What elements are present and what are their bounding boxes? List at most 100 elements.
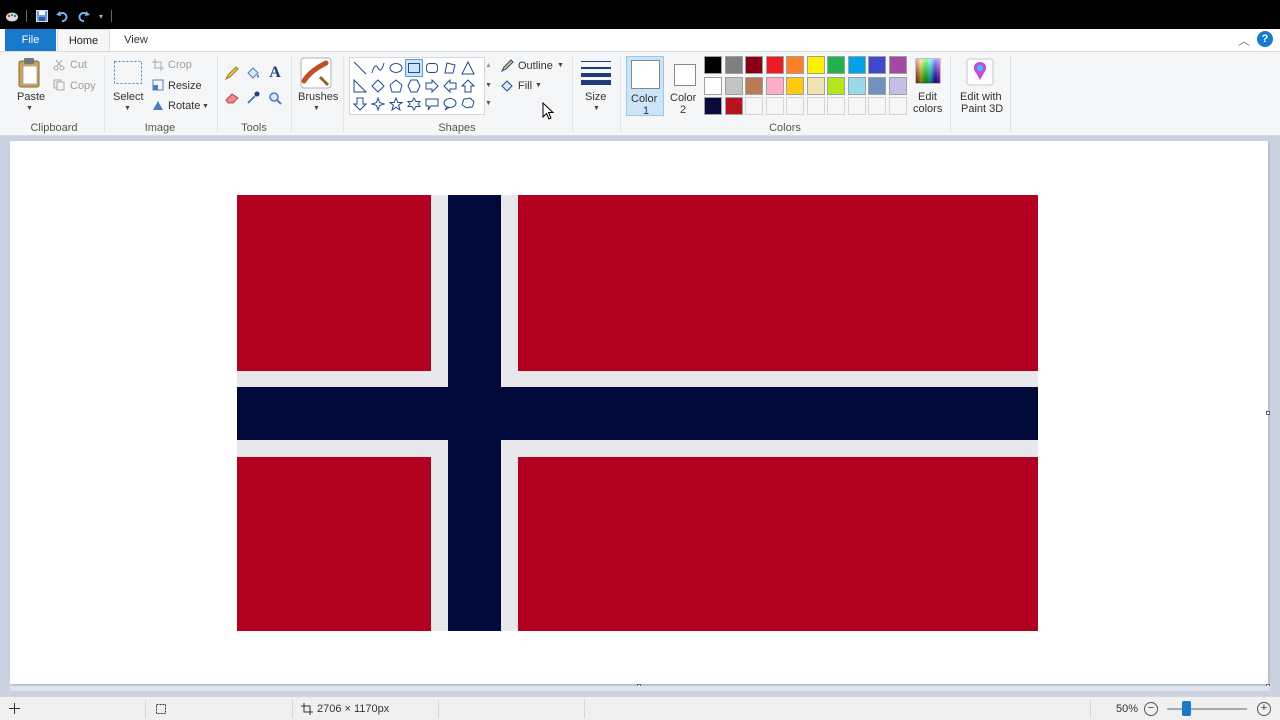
shapes-expand-icon[interactable]: ▼ [485, 100, 492, 107]
palette-swatch[interactable] [745, 76, 763, 95]
palette-swatch[interactable] [888, 76, 907, 95]
tab-view[interactable]: View [114, 29, 158, 51]
drawing-canvas[interactable] [10, 141, 1268, 684]
shape-line-icon[interactable] [351, 59, 369, 77]
shapes-scroll-down-icon[interactable]: ▼ [485, 82, 492, 89]
palette-swatch[interactable] [827, 76, 845, 95]
shape-rect-callout-icon[interactable] [423, 95, 441, 113]
select-button[interactable]: Select [113, 91, 144, 103]
zoom-slider-track[interactable] [1167, 708, 1247, 710]
paste-dropdown-icon[interactable]: ▼ [26, 105, 33, 112]
paint-3d-label-line1[interactable]: Edit with [960, 91, 1002, 103]
palette-swatch[interactable] [786, 56, 804, 74]
shape-rectangle-icon[interactable] [405, 59, 423, 77]
palette-swatch[interactable] [704, 97, 722, 115]
edit-colors-label-line2[interactable]: colors [913, 103, 942, 115]
rotate-dropdown-icon[interactable]: ▼ [202, 103, 209, 110]
collapse-ribbon-icon[interactable]: ︿ [1238, 32, 1250, 49]
help-icon[interactable]: ? [1257, 31, 1273, 47]
palette-swatch[interactable] [868, 76, 886, 95]
size-button[interactable]: Size [585, 91, 606, 103]
palette-swatch[interactable] [765, 76, 784, 95]
palette-swatch[interactable] [786, 76, 804, 95]
shape-polygon-icon[interactable] [441, 59, 459, 77]
resize-button[interactable]: Resize [168, 80, 202, 92]
brushes-button[interactable]: Brushes [298, 91, 338, 103]
palette-swatch-empty[interactable] [765, 97, 784, 115]
paint-3d-icon[interactable] [966, 58, 994, 86]
shape-up-arrow-icon[interactable] [459, 77, 477, 95]
shape-triangle-icon[interactable] [459, 59, 477, 77]
palette-swatch[interactable] [765, 56, 784, 74]
tab-file[interactable]: File [5, 29, 56, 51]
pencil-icon[interactable] [224, 65, 240, 81]
palette-swatch[interactable] [704, 56, 722, 74]
palette-swatch-empty[interactable] [745, 97, 763, 115]
cut-button[interactable]: Cut [70, 59, 87, 71]
shape-down-arrow-icon[interactable] [351, 95, 369, 113]
shape-rounded-rectangle-icon[interactable] [423, 59, 441, 77]
horizontal-scrollbar[interactable] [10, 686, 1270, 691]
paint-3d-label-line2[interactable]: Paint 3D [961, 103, 1003, 115]
palette-swatch-empty[interactable] [827, 97, 845, 115]
shape-oval-callout-icon[interactable] [441, 95, 459, 113]
palette-swatch[interactable] [868, 56, 886, 74]
shape-cloud-callout-icon[interactable] [459, 95, 477, 113]
select-dropdown-icon[interactable]: ▼ [124, 105, 131, 112]
rotate-button[interactable]: Rotate [168, 100, 200, 112]
palette-swatch[interactable] [806, 76, 825, 95]
shape-four-point-star-icon[interactable] [369, 95, 387, 113]
zoom-out-button[interactable]: − [1144, 702, 1158, 716]
palette-swatch-empty[interactable] [868, 97, 886, 115]
select-icon[interactable] [113, 60, 143, 86]
brushes-dropdown-icon[interactable]: ▼ [313, 105, 320, 112]
shape-hexagon-icon[interactable] [405, 77, 423, 95]
palette-swatch[interactable] [704, 76, 722, 95]
palette-swatch[interactable] [724, 56, 743, 74]
edit-colors-icon[interactable] [915, 58, 941, 84]
edit-colors-label-line1[interactable]: Edit [918, 91, 937, 103]
outline-button[interactable]: Outline [518, 60, 553, 72]
save-icon[interactable] [35, 9, 49, 23]
canvas-resize-handle-right[interactable] [1266, 411, 1270, 415]
zoom-in-button[interactable]: + [1257, 702, 1271, 716]
crop-button[interactable]: Crop [168, 59, 192, 71]
zoom-slider-thumb[interactable] [1182, 701, 1191, 716]
fill-dropdown-icon[interactable]: ▼ [535, 82, 542, 89]
text-tool-icon[interactable]: A [267, 64, 283, 82]
palette-swatch-empty[interactable] [806, 97, 825, 115]
palette-swatch[interactable] [847, 56, 866, 74]
palette-swatch-empty[interactable] [786, 97, 804, 115]
shape-six-point-star-icon[interactable] [405, 95, 423, 113]
paste-button[interactable]: Paste [17, 91, 45, 103]
paste-icon[interactable] [17, 57, 43, 89]
brushes-icon[interactable] [300, 57, 332, 89]
outline-dropdown-icon[interactable]: ▼ [557, 62, 564, 69]
palette-swatch[interactable] [724, 97, 743, 115]
color-picker-icon[interactable] [245, 90, 261, 106]
shape-curve-icon[interactable] [369, 59, 387, 77]
palette-swatch[interactable] [724, 76, 743, 95]
shapes-scroll-up-icon[interactable]: ▲ [485, 62, 492, 69]
fill-bucket-icon[interactable] [245, 65, 261, 81]
shape-diamond-icon[interactable] [369, 77, 387, 95]
palette-swatch[interactable] [827, 56, 845, 74]
eraser-icon[interactable] [224, 90, 240, 106]
undo-icon[interactable] [55, 9, 69, 23]
customize-toolbar-icon[interactable]: ▾ [96, 9, 106, 23]
palette-swatch[interactable] [888, 56, 907, 74]
size-dropdown-icon[interactable]: ▼ [593, 105, 600, 112]
magnifier-icon[interactable] [267, 90, 283, 106]
redo-icon[interactable] [76, 9, 90, 23]
shape-five-point-star-icon[interactable] [387, 95, 405, 113]
shape-right-arrow-icon[interactable] [423, 77, 441, 95]
palette-swatch[interactable] [745, 56, 763, 74]
tab-home[interactable]: Home [57, 29, 110, 51]
shape-pentagon-icon[interactable] [387, 77, 405, 95]
shape-oval-icon[interactable] [387, 59, 405, 77]
palette-swatch-empty[interactable] [888, 97, 907, 115]
copy-button[interactable]: Copy [70, 80, 96, 92]
color1-button[interactable]: Color 1 [626, 56, 664, 117]
fill-button[interactable]: Fill [518, 80, 532, 92]
shape-left-arrow-icon[interactable] [441, 77, 459, 95]
